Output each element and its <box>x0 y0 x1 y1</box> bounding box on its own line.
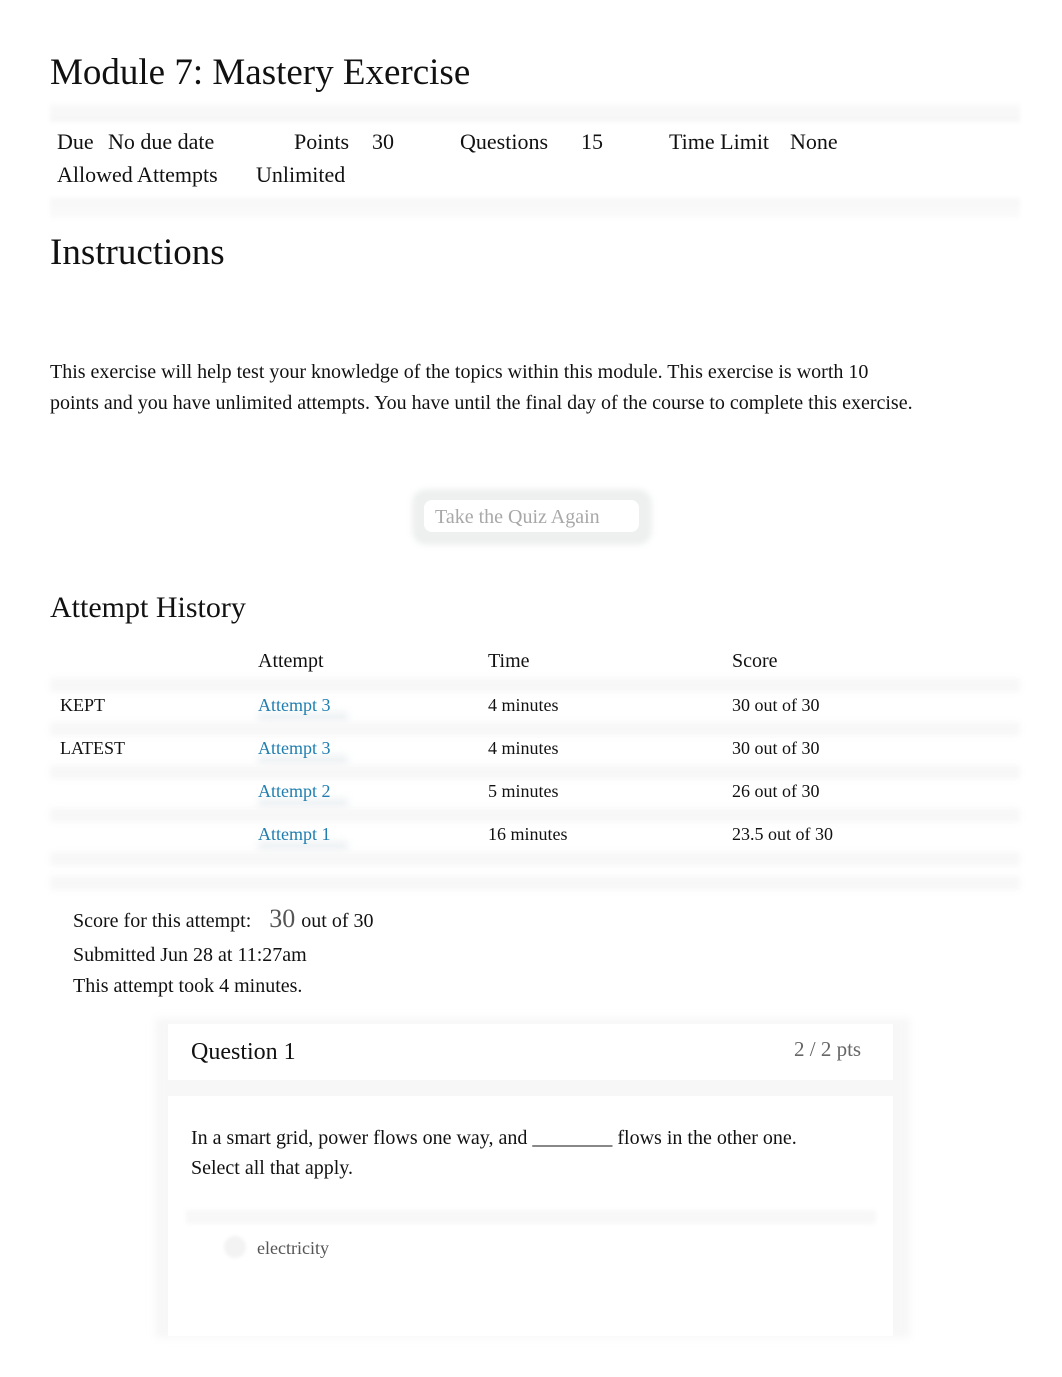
page-title: Module 7: Mastery Exercise <box>50 52 471 93</box>
column-header-attempt: Attempt <box>258 650 324 672</box>
attempt-score: 30 out of 30 <box>732 738 820 758</box>
attempt-link[interactable]: Attempt 1 <box>258 823 331 845</box>
take-quiz-again-button[interactable]: Take the Quiz Again <box>424 500 639 532</box>
attempt-history-heading: Attempt History <box>50 591 246 624</box>
questions-label: Questions <box>460 129 548 154</box>
due-value: No due date <box>108 129 215 154</box>
score-label: Score for this attempt: <box>73 910 252 932</box>
row-divider <box>50 876 1020 890</box>
question-prompt: In a smart grid, power flows one way, an… <box>191 1127 797 1149</box>
attempt-score: 30 out of 30 <box>732 695 820 715</box>
row-divider <box>50 722 1020 736</box>
details-divider-top <box>50 104 1020 122</box>
row-divider <box>50 808 1020 822</box>
attempt-duration: This attempt took 4 minutes. <box>73 975 303 997</box>
answer-label: electricity <box>257 1238 329 1258</box>
questions-value: 15 <box>581 129 603 154</box>
question-title: Question 1 <box>191 1039 296 1065</box>
attempt-time: 5 minutes <box>488 781 559 801</box>
score-line: Score for this attempt: 30 out of 30 <box>73 906 374 934</box>
attempt-status: LATEST <box>60 738 125 758</box>
question-points: 2 / 2 pts <box>794 1037 862 1061</box>
instructions-text: This exercise will help test your knowle… <box>50 361 913 414</box>
score-value: 30 <box>269 904 296 933</box>
points-value: 30 <box>372 129 394 154</box>
attempt-link[interactable]: Attempt 3 <box>258 737 331 759</box>
attempt-link[interactable]: Attempt 3 <box>258 694 331 716</box>
attempt-time: 16 minutes <box>488 824 568 844</box>
time-limit-label: Time Limit <box>669 129 770 154</box>
attempt-time: 4 minutes <box>488 695 559 715</box>
question-text: In a smart grid, power flows one way, an… <box>191 1123 871 1183</box>
row-divider <box>50 765 1020 779</box>
time-limit-value: None <box>790 129 838 154</box>
row-divider <box>50 678 1020 692</box>
score-total: out of 30 <box>301 910 374 932</box>
instructions-heading: Instructions <box>50 232 225 273</box>
points-label: Points <box>294 129 350 154</box>
column-header-time: Time <box>488 650 530 672</box>
attempt-score: 26 out of 30 <box>732 781 820 801</box>
attempt-score: 23.5 out of 30 <box>732 824 833 844</box>
due-label: Due <box>57 129 94 154</box>
allowed-attempts-label: Allowed Attempts <box>57 162 218 187</box>
details-divider-bottom <box>50 198 1020 218</box>
column-header-score: Score <box>732 650 778 672</box>
question-instruction: Select all that apply. <box>191 1157 353 1179</box>
attempt-link[interactable]: Attempt 2 <box>258 780 331 802</box>
attempt-time: 4 minutes <box>488 738 559 758</box>
row-divider <box>50 852 1020 866</box>
answer-divider <box>186 1210 876 1224</box>
allowed-attempts-value: Unlimited <box>256 162 346 187</box>
attempt-status: KEPT <box>60 695 105 715</box>
checkbox-icon[interactable] <box>224 1236 246 1258</box>
submitted-time: Submitted Jun 28 at 11:27am <box>73 944 307 966</box>
